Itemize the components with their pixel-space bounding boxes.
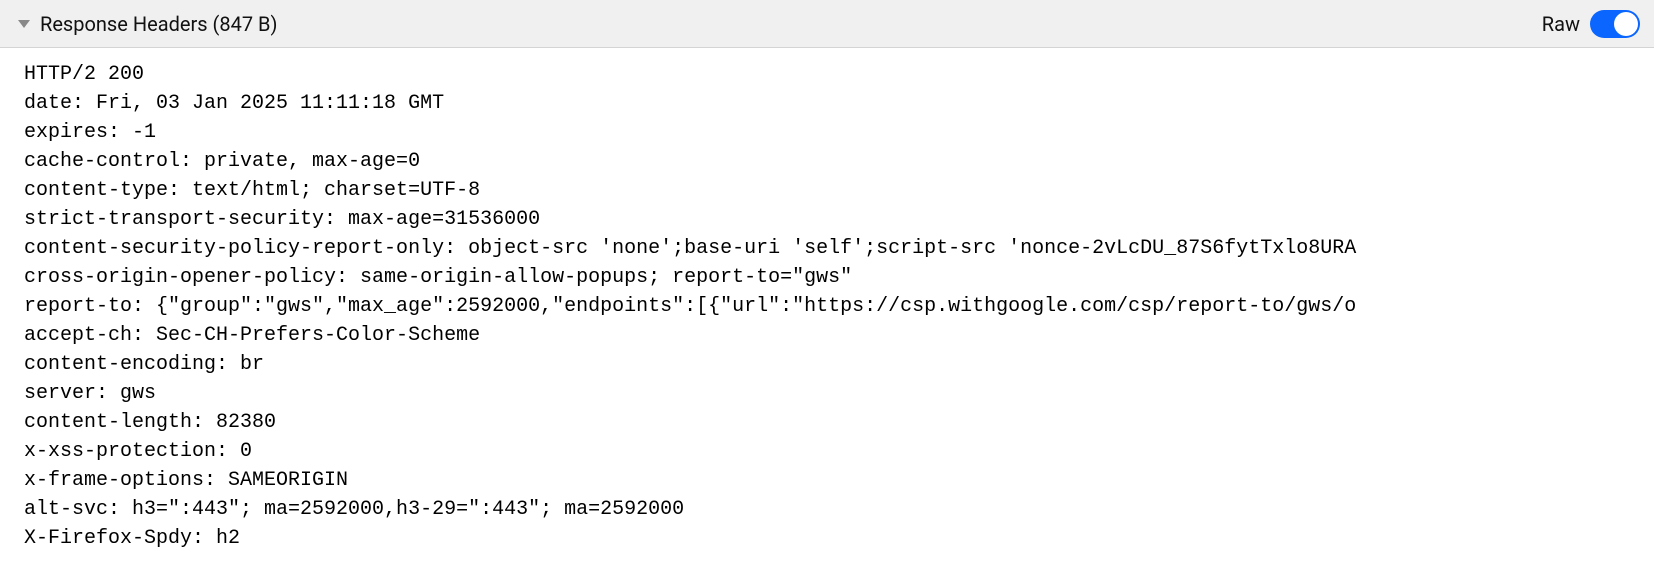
response-headers-section-header: Response Headers (847 B) Raw bbox=[0, 0, 1654, 48]
raw-toggle[interactable] bbox=[1590, 10, 1640, 38]
header-right-group: Raw bbox=[1542, 10, 1640, 38]
raw-toggle-label: Raw bbox=[1542, 12, 1580, 36]
disclosure-triangle-icon[interactable] bbox=[18, 20, 30, 28]
section-title: Response Headers (847 B) bbox=[40, 12, 277, 36]
toggle-knob-icon bbox=[1614, 12, 1638, 36]
raw-headers-content: HTTP/2 200 date: Fri, 03 Jan 2025 11:11:… bbox=[0, 48, 1654, 569]
header-left-group: Response Headers (847 B) bbox=[18, 12, 277, 36]
